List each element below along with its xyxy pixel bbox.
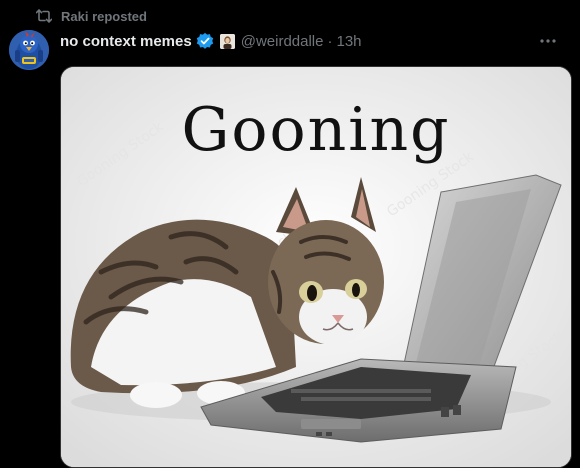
author-display-name[interactable]: no context memes — [60, 33, 192, 50]
author-handle[interactable]: @weirddalle — [241, 33, 324, 50]
repost-indicator[interactable]: Raki reposted — [36, 6, 147, 26]
more-options-icon[interactable] — [536, 30, 560, 52]
post-timestamp[interactable]: 13h — [336, 33, 361, 50]
post-media-image[interactable]: Gooning Stock Gooning Stock Gooning Stoc… — [60, 66, 572, 468]
meme-caption-text: Gooning — [181, 95, 451, 165]
repost-label: Raki reposted — [61, 8, 147, 24]
repost-tweet[interactable]: Raki reposted no context memes @weirddal… — [0, 0, 580, 468]
verified-badge-icon — [196, 32, 214, 50]
affiliate-badge-icon[interactable] — [219, 33, 235, 49]
repost-icon — [36, 9, 52, 23]
avatar[interactable] — [9, 30, 49, 70]
tweet-header: no context memes @weirddalle · 13h — [60, 30, 568, 52]
header-separator: · — [327, 32, 333, 50]
